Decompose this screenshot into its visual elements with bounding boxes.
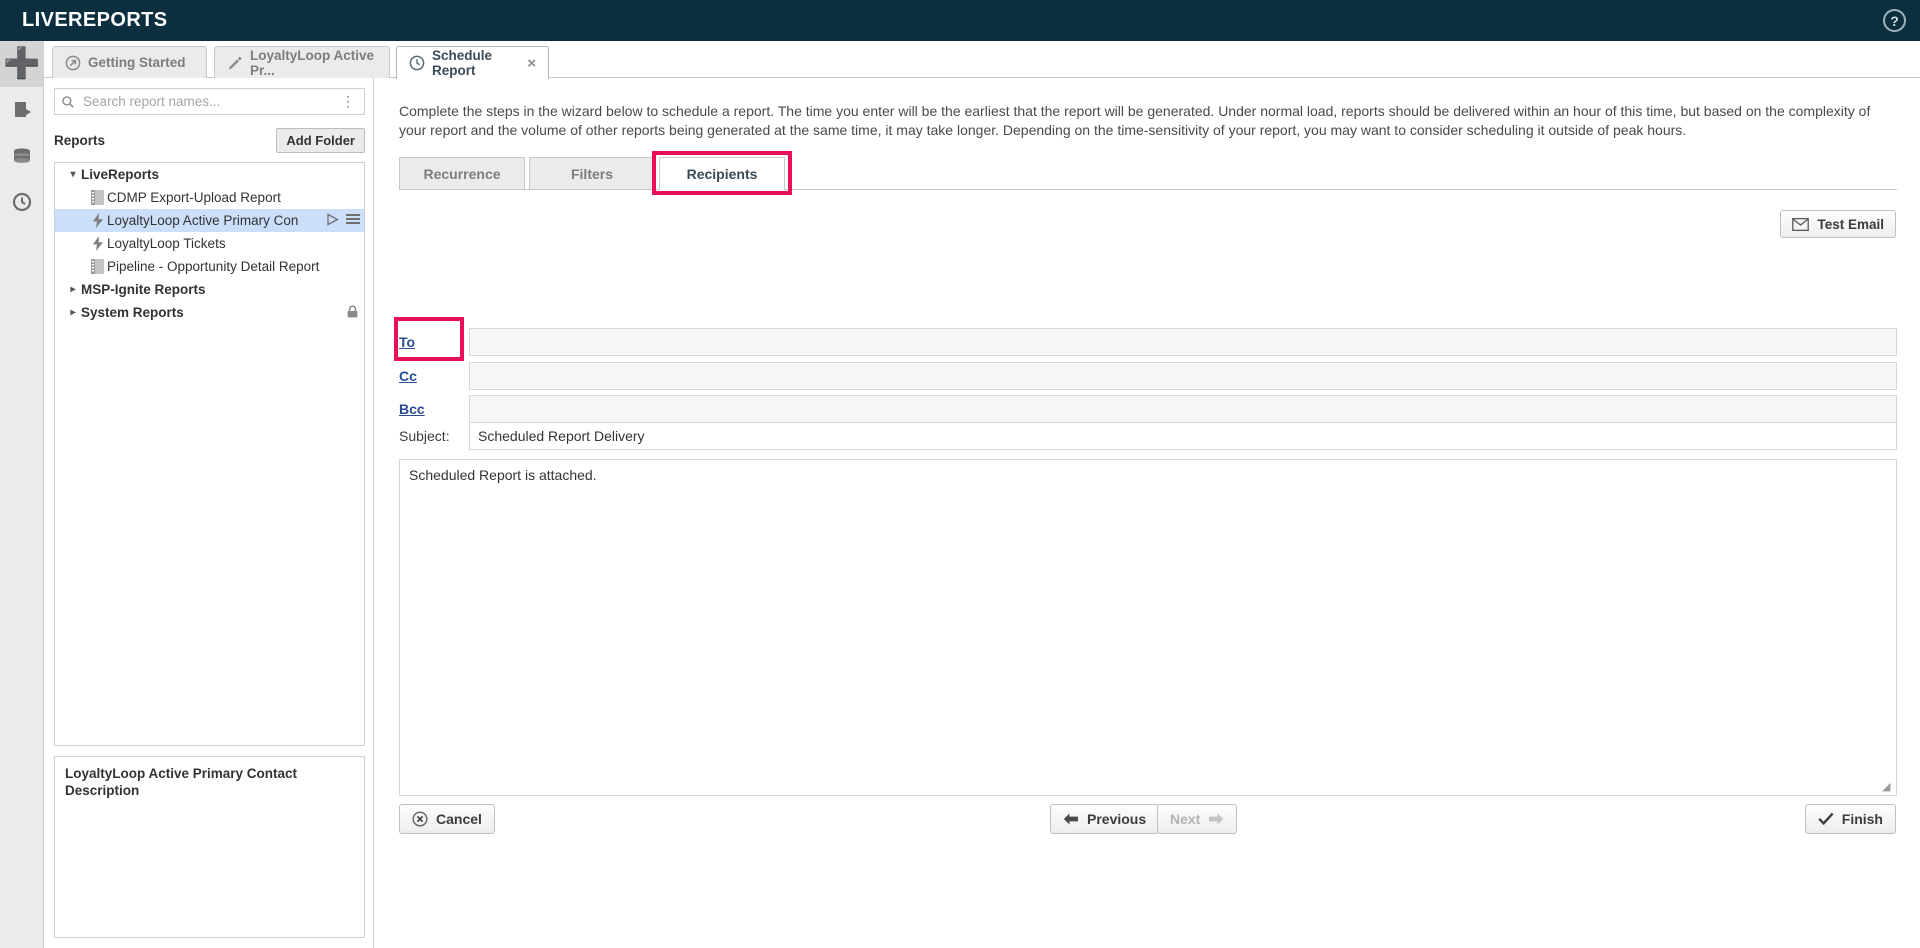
to-row: To [399,328,1897,356]
next-button: Next [1157,804,1238,834]
lightning-icon [88,213,107,228]
tree-folder-system-reports[interactable]: ▸ System Reports [55,301,364,324]
clock-icon [409,55,425,71]
tree-folder-msp-ignite-reports[interactable]: ▸ MSP-Ignite Reports [55,278,364,301]
report-description-panel: LoyaltyLoop Active Primary Contact Descr… [54,756,365,938]
main-content: Complete the steps in the wizard below t… [375,78,1920,948]
subject-row: Subject: Scheduled Report Delivery [399,422,1897,450]
database-icon [14,148,30,163]
message-body-textarea[interactable]: Scheduled Report is attached. ◢ [399,459,1897,796]
reports-title: Reports [54,133,106,148]
cancel-circle-icon [412,811,428,827]
tree-item-label: LoyaltyLoop Tickets [107,236,226,251]
pencil-icon [228,56,242,69]
tree-item-label: Pipeline - Opportunity Detail Report [107,259,320,274]
clock-icon [12,192,32,212]
arrow-right-icon [1209,813,1224,825]
previous-button[interactable]: Previous [1050,804,1160,834]
cancel-button[interactable]: Cancel [399,804,495,834]
search-input[interactable] [81,93,338,110]
subject-label: Subject: [399,428,450,444]
tree-item-label: MSP-Ignite Reports [81,282,206,297]
top-app-bar: LIVEREPORTS ? [0,0,1920,41]
report-description-title: LoyaltyLoop Active Primary Contact Descr… [65,766,298,798]
wizard-tab-underline [399,189,1897,190]
tree-item-pipeline-opportunity-detail-report[interactable]: Pipeline - Opportunity Detail Report [55,255,364,278]
bcc-row: Bcc [399,395,1897,423]
wizard-tab-recipients[interactable]: Recipients [659,157,785,190]
report-icon [88,259,107,274]
cc-row: Cc [399,362,1897,390]
finish-button[interactable]: Finish [1804,804,1896,834]
chevron-right-icon[interactable]: ▸ [65,284,81,295]
test-email-label: Test Email [1817,216,1884,232]
browser-tab-strip: Getting Started LoyaltyLoop Active Pr...… [44,41,1920,79]
arrow-left-icon [1063,813,1078,825]
help-circle-icon[interactable]: ? [1883,9,1906,32]
tree-item-label: LoyaltyLoop Active Primary Con [107,213,299,228]
resize-grip-icon[interactable]: ◢ [1882,782,1894,794]
chevron-right-icon[interactable]: ▸ [65,307,81,318]
page-icon [15,102,31,117]
reports-header: Reports Add Folder [54,128,365,154]
tree-row-actions [326,212,360,229]
lock-icon [347,304,358,321]
add-folder-button[interactable]: Add Folder [276,128,365,153]
tab-label: Getting Started [88,55,186,70]
checkmark-icon [1818,812,1834,826]
tree-item-loyaltyloop-tickets[interactable]: LoyaltyLoop Tickets [55,232,364,255]
bcc-link[interactable]: Bcc [399,395,467,423]
subject-input[interactable]: Scheduled Report Delivery [469,422,1897,450]
app-brand: LIVEREPORTS [22,9,168,31]
message-body-text: Scheduled Report is attached. [409,467,597,483]
chevron-down-icon[interactable]: ▾ [65,169,81,180]
test-email-button[interactable]: Test Email [1780,210,1896,238]
to-link[interactable]: To [399,328,467,356]
wizard-tab-filters[interactable]: Filters [529,157,655,190]
left-icon-rail: ➕ [0,41,44,948]
rail-add-button[interactable]: ➕ [0,41,44,87]
tree-item-cdmp-export-upload-report[interactable]: CDMP Export-Upload Report [55,186,364,209]
next-label: Next [1170,811,1201,827]
arrow-circle-icon [65,55,81,70]
plus-icon: ➕ [3,47,41,80]
rail-datasets-button[interactable] [0,133,44,179]
bcc-input[interactable] [469,395,1897,423]
menu-icon[interactable] [346,213,360,228]
tree-folder-livereports[interactable]: ▾ LiveReports [55,163,364,186]
tree-item-label: LiveReports [81,167,160,182]
tab-label: LoyaltyLoop Active Pr... [250,47,375,78]
previous-label: Previous [1087,811,1147,827]
wizard-tab-recurrence[interactable]: Recurrence [399,157,525,190]
close-icon[interactable]: × [527,55,536,72]
tree-item-label: System Reports [81,305,184,320]
tree-item-loyaltyloop-active-primary-con[interactable]: LoyaltyLoop Active Primary Con [55,209,364,232]
cc-input[interactable] [469,362,1897,390]
search-box[interactable]: ⋮ [54,88,365,115]
cc-link[interactable]: Cc [399,362,467,390]
cancel-label: Cancel [436,811,482,827]
run-icon[interactable] [326,212,339,229]
tab-getting-started[interactable]: Getting Started [52,46,207,78]
wizard-intro-text: Complete the steps in the wizard below t… [399,103,1871,138]
tree-item-label: CDMP Export-Upload Report [107,190,281,205]
to-input[interactable] [469,328,1897,356]
rail-history-button[interactable] [0,179,44,225]
kebab-menu-icon[interactable]: ⋮ [338,93,358,110]
reports-tree: ▾ LiveReports CDMP Export-Upload Report [54,162,365,746]
report-icon [88,190,107,205]
envelope-icon [1792,217,1810,231]
finish-label: Finish [1841,811,1883,827]
search-icon [62,95,74,108]
lightning-icon [88,236,107,251]
tab-loyaltyloop-active-pr[interactable]: LoyaltyLoop Active Pr... [214,46,390,78]
tab-label: Schedule Report [432,48,493,78]
reports-sidebar: ⋮ Reports Add Folder ▾ LiveReports CDMP … [44,78,374,948]
rail-reports-button[interactable] [0,87,44,133]
tab-schedule-report[interactable]: Schedule Report × [396,46,549,79]
